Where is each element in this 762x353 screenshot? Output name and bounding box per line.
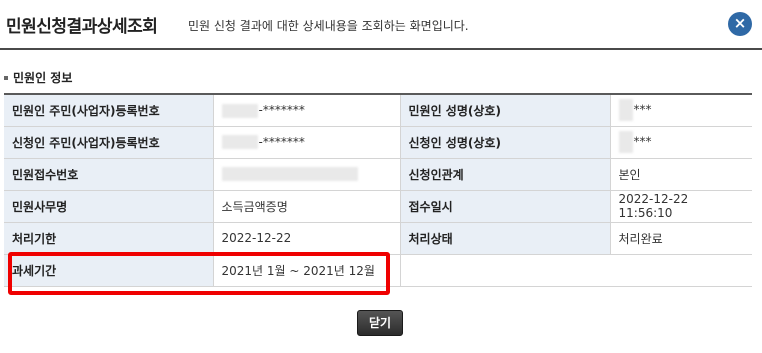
- table-row: 민원인 주민(사업자)등록번호 -******* 민원인 성명(상호) ***: [4, 94, 752, 127]
- row-label: 처리기한: [4, 222, 214, 255]
- row-label: 민원인 성명(상호): [400, 94, 611, 127]
- empty-cell: [400, 254, 752, 287]
- row-value: 2022-12-22 11:56:10: [610, 190, 752, 223]
- row-label: 민원접수번호: [4, 158, 214, 191]
- row-value-text: ***: [633, 102, 652, 117]
- section-title-text: 민원인 정보: [13, 71, 73, 85]
- row-value-text: -*******: [258, 103, 305, 117]
- close-button[interactable]: 닫기: [357, 310, 403, 336]
- masked-value: [221, 135, 258, 150]
- row-value: -*******: [213, 126, 401, 159]
- row-label: 신청인 성명(상호): [400, 126, 611, 159]
- row-label: 민원사무명: [4, 190, 214, 223]
- table-row: 민원사무명 소득금액증명 접수일시 2022-12-22 11:56:10: [4, 190, 752, 223]
- row-value: [213, 158, 401, 191]
- masked-value: [618, 99, 633, 122]
- row-value-text: ***: [633, 134, 652, 149]
- close-icon[interactable]: ×: [728, 12, 752, 36]
- row-value-text: -*******: [258, 134, 305, 149]
- page-subtitle: 민원 신청 결과에 대한 상세내용을 조회하는 화면입니다.: [188, 19, 469, 33]
- row-value: 2022-12-22: [213, 222, 401, 255]
- section-heading: 민원인 정보: [4, 69, 72, 86]
- table-row: 처리기한 2022-12-22 처리상태 처리완료: [4, 222, 752, 255]
- row-label: 처리상태: [400, 222, 611, 255]
- bullet-icon: [4, 75, 8, 80]
- row-value: 본인: [610, 158, 752, 191]
- row-value: ***: [610, 94, 752, 127]
- row-label: 과세기간: [4, 254, 214, 287]
- table-row: 과세기간 2021년 1월 ~ 2021년 12월: [4, 254, 752, 287]
- masked-value: [221, 167, 358, 182]
- row-value: ***: [610, 126, 752, 159]
- masked-value: [618, 131, 633, 153]
- applicant-info-table: 민원인 주민(사업자)등록번호 -******* 민원인 성명(상호) *** …: [4, 93, 752, 287]
- table-row: 민원접수번호 신청인관계 본인: [4, 158, 752, 191]
- row-label: 신청인관계: [400, 158, 611, 191]
- table-row: 신청인 주민(사업자)등록번호 -******* 신청인 성명(상호) ***: [4, 126, 752, 159]
- row-value: 소득금액증명: [213, 190, 401, 223]
- row-label: 신청인 주민(사업자)등록번호: [4, 126, 214, 159]
- row-value: 처리완료: [610, 222, 752, 255]
- masked-value: [221, 103, 258, 118]
- dialog-header: 민원신청결과상세조회 민원 신청 결과에 대한 상세내용을 조회하는 화면입니다…: [0, 0, 762, 50]
- page-title: 민원신청결과상세조회: [6, 17, 158, 37]
- row-label: 민원인 주민(사업자)등록번호: [4, 94, 214, 127]
- row-value: -*******: [213, 94, 401, 127]
- row-value: 2021년 1월 ~ 2021년 12월: [213, 254, 401, 287]
- row-label: 접수일시: [400, 190, 611, 223]
